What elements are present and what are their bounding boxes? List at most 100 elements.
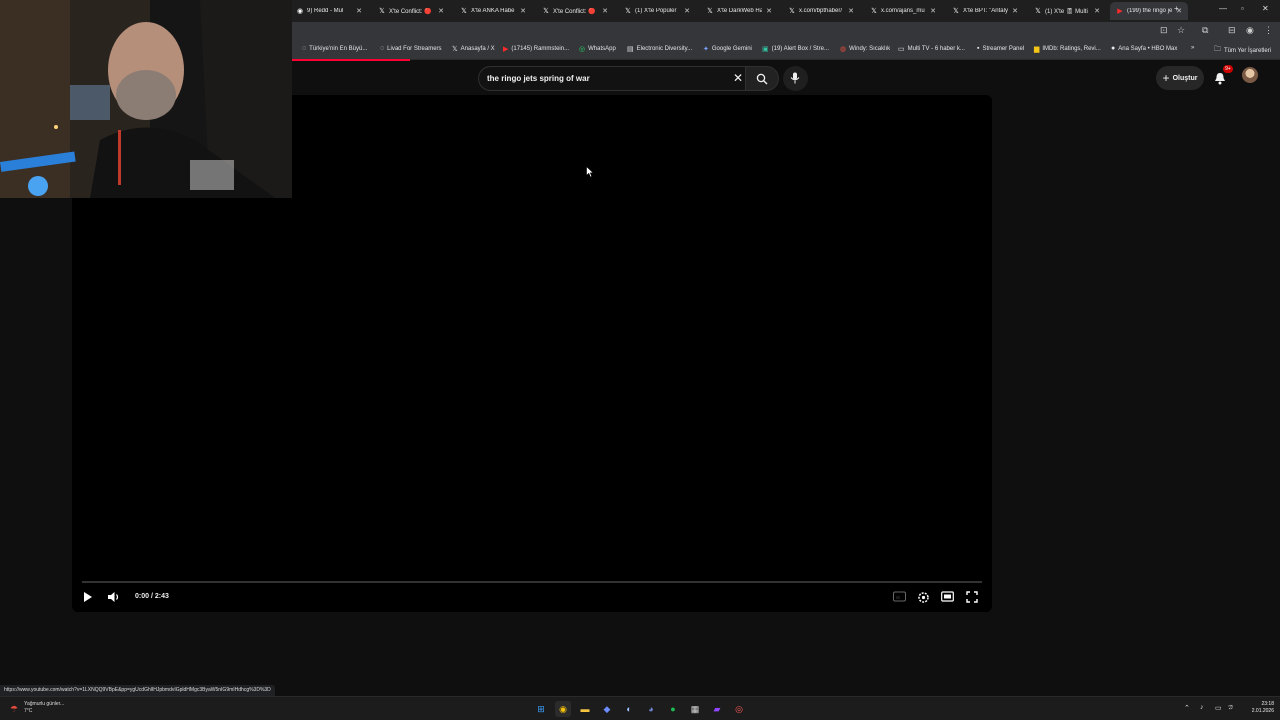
clock-date: 2.01.2026	[1251, 708, 1274, 714]
bookmark-item[interactable]: ◎ WhatsApp	[579, 45, 616, 53]
mic-tray-icon[interactable]: ♪	[1200, 704, 1204, 711]
browser-tab[interactable]: 𝕏 (1) X'te 🎚 Multi ✕	[1028, 2, 1106, 20]
close-tab-icon[interactable]: ✕	[930, 7, 936, 15]
bookmark-item[interactable]: ▤ Electronic Diversity...	[627, 45, 692, 53]
bookmark-item[interactable]: ● Ana Sayfa • HBO Max	[1111, 45, 1177, 52]
discord-icon[interactable]: ◕	[643, 701, 659, 717]
search-box[interactable]: the ringo jets spring of war ✕	[478, 66, 752, 91]
bookmark-label: Streamer Panel	[982, 45, 1025, 52]
browser-tab[interactable]: 𝕏 X'te DarkWeb Ha ✕	[700, 2, 778, 20]
time-display: 0:00 / 2:43	[135, 593, 169, 600]
weather-icon[interactable]: ☂	[6, 701, 22, 717]
bookmark-star-icon[interactable]: ☆	[1177, 25, 1185, 36]
create-button[interactable]: + Oluştur	[1156, 66, 1204, 90]
close-tab-icon[interactable]: ✕	[848, 7, 854, 15]
search-input[interactable]: the ringo jets spring of war	[487, 74, 590, 83]
close-tab-icon[interactable]: ✕	[356, 7, 362, 15]
app-icon[interactable]: ◆	[599, 701, 615, 717]
steam-icon[interactable]: ◐	[621, 701, 637, 717]
spotify-icon[interactable]: ●	[665, 701, 681, 717]
weather-widget[interactable]: Yağmurlu günler... 7°C	[24, 701, 64, 715]
bookmark-label: Ana Sayfa • HBO Max	[1118, 45, 1178, 52]
bookmark-label: (19) Alert Box / Stre...	[771, 46, 829, 52]
bookmark-item[interactable]: ▪ Streamer Panel	[977, 45, 1024, 52]
account-avatar[interactable]	[1242, 67, 1258, 83]
file-explorer-icon[interactable]: ▬	[577, 701, 593, 717]
close-tab-icon[interactable]: ✕	[438, 7, 444, 15]
bookmark-item[interactable]: ◌ Türkiye'nin En Büyü...	[302, 45, 367, 52]
maximize-icon[interactable]: ▫	[1241, 4, 1244, 13]
browser-tab[interactable]: 𝕏 (1) X'te Popüler ✕	[618, 2, 696, 20]
twitch-icon[interactable]: ▰	[709, 701, 725, 717]
x-icon: 𝕏	[625, 8, 631, 15]
close-window-icon[interactable]: ✕	[1262, 4, 1269, 13]
obs-icon[interactable]: ◎	[731, 701, 747, 717]
browser-tab[interactable]: 𝕏 X'te BPT: "Antaly ✕	[946, 2, 1024, 20]
browser-tab[interactable]: ◉ 9) Redd - Mul ✕	[290, 2, 368, 20]
bookmark-label: WhatsApp	[588, 46, 616, 52]
display-tray-icon[interactable]: ▭	[1215, 704, 1222, 712]
x-icon: 𝕏	[871, 8, 877, 15]
install-app-icon[interactable]: ⊡	[1160, 25, 1168, 36]
calculator-icon[interactable]: ▦	[687, 701, 703, 717]
start-windows-icon[interactable]: ⊞	[533, 701, 549, 717]
bookmark-item[interactable]: ✦ Google Gemini	[703, 45, 752, 53]
webcam-overlay	[0, 0, 292, 198]
captions-icon[interactable]: cc	[893, 591, 906, 602]
bookmark-label: IMDb: Ratings, Revi...	[1042, 46, 1101, 52]
microphone-icon	[790, 72, 800, 84]
browser-tab[interactable]: 𝕏 X'te Conflict: 🔴 ✕	[536, 2, 614, 20]
new-tab-button[interactable]: +	[1174, 4, 1179, 13]
close-tab-icon[interactable]: ✕	[684, 7, 690, 15]
speaker-icon[interactable]: ♫	[1228, 704, 1233, 711]
tab-title: X'te ANKA Habe	[471, 8, 515, 14]
volume-icon[interactable]	[107, 591, 121, 603]
imdb-icon: ▆	[1034, 46, 1040, 53]
extensions-icon[interactable]: ⧉	[1202, 25, 1208, 36]
close-tab-icon[interactable]: ✕	[1012, 7, 1018, 15]
svg-text:cc: cc	[896, 595, 900, 600]
bookmark-item[interactable]: ◌ Livad For Streamers	[380, 45, 442, 52]
bookmarks-overflow-button[interactable]: »	[1191, 45, 1194, 51]
browser-tab[interactable]: 𝕏x.com/bpthaber/ ✕	[782, 2, 860, 20]
fullscreen-icon[interactable]	[966, 591, 978, 603]
chrome-icon[interactable]: ◉	[555, 701, 571, 717]
play-icon[interactable]	[83, 591, 93, 603]
profile-icon[interactable]: ◉	[1246, 25, 1254, 36]
menu-kebab-icon[interactable]: ⋮	[1264, 25, 1273, 36]
folder-icon: 🗀	[1214, 46, 1221, 53]
browser-tab[interactable]: 𝕏 X'te Conflict: 🔴 ✕	[372, 2, 450, 20]
clear-search-icon[interactable]: ✕	[733, 71, 743, 85]
voice-search-button[interactable]	[783, 66, 808, 91]
settings-gear-icon[interactable]	[917, 591, 930, 604]
minimize-icon[interactable]: —	[1219, 4, 1227, 13]
tab-title: X'te BPT: "Antaly	[963, 8, 1008, 14]
close-tab-icon[interactable]: ✕	[520, 7, 526, 15]
close-tab-icon[interactable]: ✕	[766, 7, 772, 15]
bookmark-item[interactable]: ▭ Multi TV - 6 haber k...	[898, 45, 965, 53]
progress-bar[interactable]	[82, 581, 982, 583]
search-button[interactable]	[745, 66, 779, 91]
all-bookmarks-label: Tüm Yer İşaretleri	[1224, 47, 1272, 54]
bookmark-item[interactable]: ◍ Windy: Sıcaklık	[840, 45, 890, 53]
theater-mode-icon[interactable]	[941, 591, 954, 602]
bookmark-item[interactable]: ▣ (19) Alert Box / Stre...	[762, 45, 829, 53]
tab-title: (1) X'te Popüler	[635, 8, 677, 14]
sidebar-icon[interactable]: ⊟	[1228, 25, 1236, 36]
all-bookmarks-button[interactable]: 🗀 Tüm Yer İşaretleri	[1214, 45, 1271, 56]
tab-title: X'te Conflict: 🔴	[553, 8, 596, 15]
browser-tab[interactable]: 𝕏 X'te ANKA Habe ✕	[454, 2, 532, 20]
notification-count-badge: 9+	[1223, 65, 1233, 73]
close-tab-icon[interactable]: ✕	[1094, 7, 1100, 15]
system-clock[interactable]: 23:18 2.01.2026	[1240, 701, 1274, 715]
bookmark-item[interactable]: 𝕏 Anasayfa / X	[452, 45, 495, 53]
whatsapp-icon: ◎	[579, 46, 586, 53]
create-label: Oluştur	[1172, 74, 1198, 82]
bookmark-item[interactable]: ▶ (17145) Rammstein...	[503, 45, 569, 53]
bookmark-item[interactable]: ▆ IMDb: Ratings, Revi...	[1034, 45, 1101, 53]
streamlabs-icon: ▣	[762, 46, 769, 53]
tray-chevron-icon[interactable]: ⌃	[1184, 704, 1190, 712]
status-url-bar: https://www.youtube.com/watch?v=1LXNQQ9V…	[0, 685, 275, 696]
browser-tab[interactable]: 𝕏x.com/ajans_mu ✕	[864, 2, 942, 20]
close-tab-icon[interactable]: ✕	[602, 7, 608, 15]
